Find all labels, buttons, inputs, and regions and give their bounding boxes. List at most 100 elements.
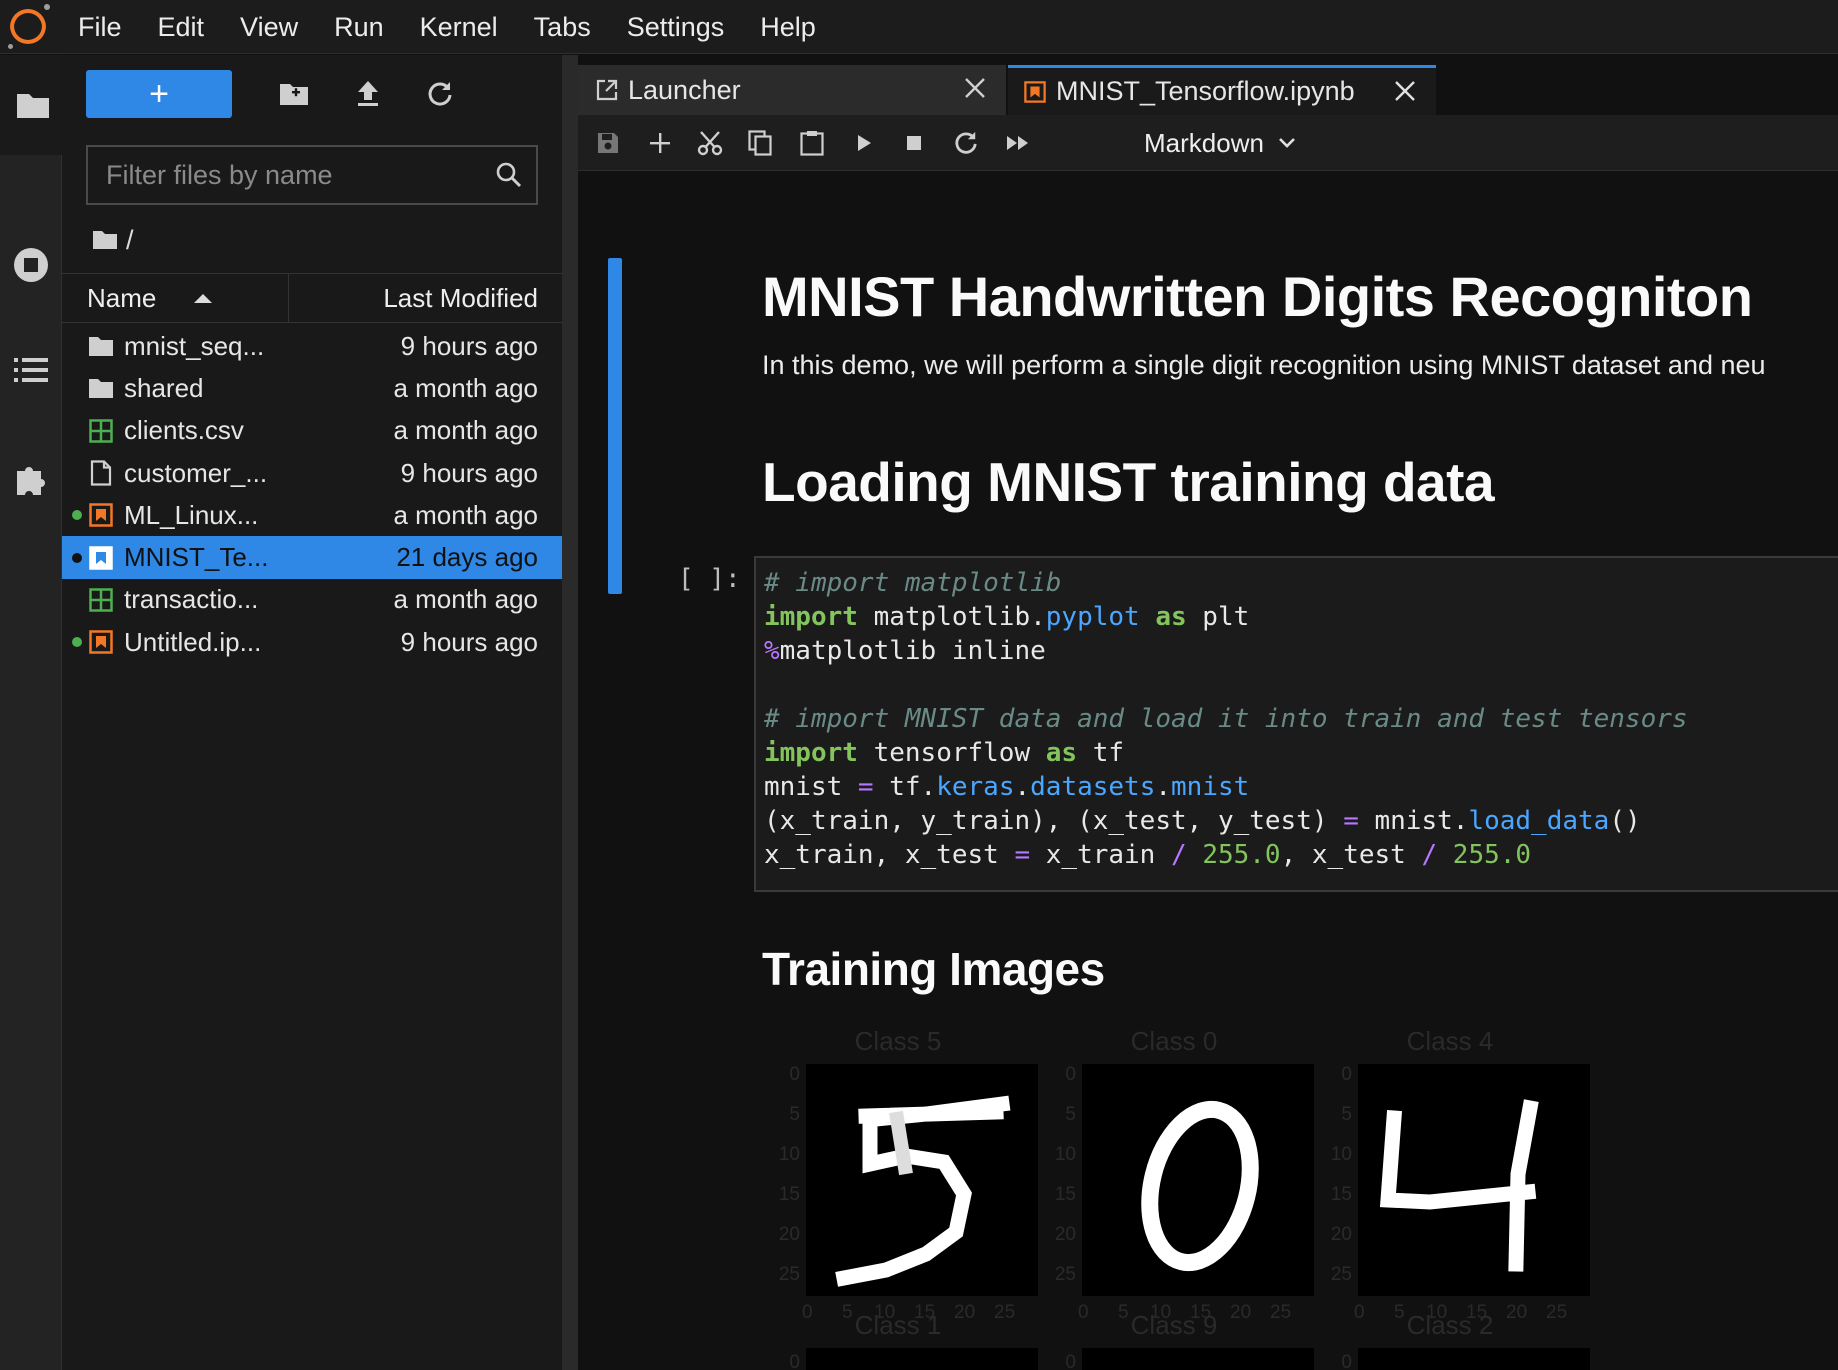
code-line: # import matplotlib: [764, 568, 1062, 598]
code-line: import matplotlib.pyplot as plt: [764, 602, 1250, 632]
stop-icon: [907, 136, 921, 150]
restart-icon: [955, 131, 977, 154]
menu-settings[interactable]: Settings: [609, 0, 743, 54]
file-row[interactable]: clients.csv a month ago: [62, 410, 562, 452]
column-name[interactable]: Name: [62, 274, 289, 322]
insert-cell-button[interactable]: [638, 121, 682, 165]
y-tick: 15: [1330, 1184, 1352, 1205]
copy-icon: [748, 130, 772, 156]
input-prompt: [ ]:: [678, 564, 741, 594]
file-browser-tab[interactable]: [0, 55, 62, 155]
close-icon[interactable]: [964, 77, 986, 99]
filter-files-input[interactable]: [88, 159, 496, 191]
save-button[interactable]: [586, 121, 630, 165]
new-folder-icon: [280, 84, 308, 105]
file-row[interactable]: transactio... a month ago: [62, 579, 562, 621]
menu-edit[interactable]: Edit: [140, 0, 223, 54]
digit-image: [806, 1064, 1038, 1296]
y-tick: 5: [1341, 1104, 1352, 1125]
notebook-title: MNIST Handwritten Digits Recogniton: [762, 265, 1753, 328]
run-cell-button[interactable]: [842, 121, 886, 165]
main-area: Launcher MNIST_Tensorflow.ipynb Markdown…: [578, 55, 1838, 1370]
chevron-down-icon: [1279, 138, 1295, 148]
code-cell[interactable]: # import matplotlib import matplotlib.py…: [754, 556, 1838, 892]
file-browser: + / Name Last Modified mnist_seq...: [62, 55, 562, 1370]
y-tick: 15: [1054, 1184, 1076, 1205]
spreadsheet-icon: [88, 418, 114, 444]
file-name: transactio...: [124, 584, 259, 615]
tab-notebook[interactable]: MNIST_Tensorflow.ipynb: [1008, 65, 1436, 115]
code-editor[interactable]: # import matplotlib import matplotlib.py…: [764, 566, 1838, 872]
panel-title: Class 2: [1406, 1310, 1494, 1340]
file-row[interactable]: customer_... 9 hours ago: [62, 452, 562, 494]
new-folder-button[interactable]: [272, 72, 316, 116]
restart-kernel-button[interactable]: [944, 121, 988, 165]
add-icon: [650, 133, 670, 153]
close-icon[interactable]: [1394, 80, 1416, 102]
file-row[interactable]: Untitled.ip... 9 hours ago: [62, 621, 562, 663]
menu-tabs[interactable]: Tabs: [516, 0, 609, 54]
interrupt-kernel-button[interactable]: [892, 121, 936, 165]
menu-help[interactable]: Help: [742, 0, 834, 54]
y-tick: 20: [1330, 1224, 1352, 1245]
file-modified: 9 hours ago: [400, 330, 538, 361]
running-icon: [14, 248, 48, 282]
column-name-label: Name: [87, 282, 157, 313]
y-tick: 25: [1330, 1264, 1352, 1285]
scissors-icon: [697, 131, 723, 156]
search-icon: [496, 162, 522, 188]
cell-collapser[interactable]: [608, 258, 622, 594]
file-list: mnist_seq... 9 hours ago shared a month …: [62, 325, 562, 663]
copy-cell-button[interactable]: [738, 121, 782, 165]
y-tick: 0: [1341, 1064, 1352, 1085]
extension-manager-tab[interactable]: [0, 427, 62, 527]
training-images-figure: Class 5 0 5 10 15 20 25 0 5 10 15 20 25 …: [758, 1022, 1658, 1370]
tab-notebook-label: MNIST_Tensorflow.ipynb: [1056, 76, 1355, 106]
file-name: shared: [124, 372, 204, 403]
filter-files-field[interactable]: [86, 145, 538, 205]
tab-launcher[interactable]: Launcher: [578, 65, 1006, 115]
y-tick: 0: [1065, 1064, 1076, 1085]
folder-icon: [88, 375, 114, 401]
file-row[interactable]: mnist_seq... 9 hours ago: [62, 325, 562, 367]
file-row-selected[interactable]: MNIST_Te... 21 days ago: [62, 536, 562, 579]
running-sessions-tab[interactable]: [0, 215, 62, 315]
file-row[interactable]: shared a month ago: [62, 367, 562, 409]
menu-view[interactable]: View: [222, 0, 316, 54]
table-of-contents-tab[interactable]: [0, 320, 62, 420]
file-name: clients.csv: [124, 415, 244, 446]
menu-kernel[interactable]: Kernel: [402, 0, 516, 54]
file-modified: a month ago: [393, 499, 538, 530]
file-modified: a month ago: [393, 584, 538, 615]
file-row[interactable]: ML_Linux... a month ago: [62, 494, 562, 536]
breadcrumb-root[interactable]: /: [126, 225, 134, 256]
y-tick: 15: [778, 1184, 800, 1205]
digit-image: [1082, 1348, 1314, 1370]
cut-cell-button[interactable]: [688, 121, 732, 165]
y-tick: 5: [1065, 1104, 1076, 1125]
panel-splitter[interactable]: [562, 55, 578, 1370]
home-folder-icon[interactable]: [92, 230, 118, 250]
notebook-icon: [88, 629, 114, 655]
y-tick: 20: [778, 1224, 800, 1245]
y-tick: 10: [778, 1144, 800, 1165]
restart-run-all-button[interactable]: [996, 121, 1040, 165]
paste-cell-button[interactable]: [790, 121, 834, 165]
upload-button[interactable]: [346, 72, 390, 116]
tab-launcher-label: Launcher: [628, 74, 741, 105]
intro-paragraph: In this demo, we will perform a single d…: [762, 350, 1766, 380]
digit-image: [1082, 1064, 1314, 1296]
panel-title: Class 0: [1130, 1026, 1218, 1056]
file-name: ML_Linux...: [124, 499, 259, 530]
code-line: mnist = tf.keras.datasets.mnist: [764, 772, 1250, 802]
save-icon: [598, 133, 618, 153]
code-line: import tensorflow as tf: [764, 738, 1125, 768]
menu-file[interactable]: File: [60, 0, 140, 54]
notebook-toolbar: Markdown: [578, 115, 1838, 171]
refresh-button[interactable]: [418, 72, 462, 116]
cell-type-select[interactable]: Markdown: [1144, 123, 1296, 163]
menu-run[interactable]: Run: [316, 0, 402, 54]
column-last-modified[interactable]: Last Modified: [289, 274, 562, 322]
new-launcher-button[interactable]: +: [86, 70, 232, 118]
paste-icon: [800, 131, 824, 156]
